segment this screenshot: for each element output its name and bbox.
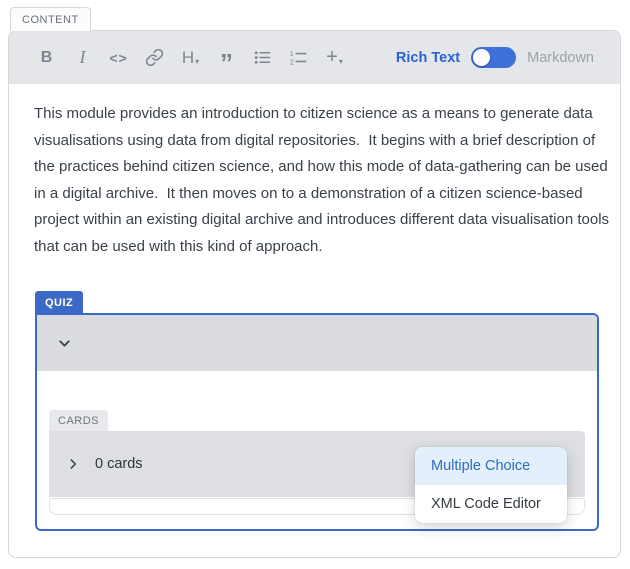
blockquote-button[interactable]: ” xyxy=(213,44,240,71)
ordered-list-icon: 1 2 xyxy=(289,48,308,67)
toggle-knob xyxy=(473,49,490,66)
heading-button[interactable]: H ▾ xyxy=(177,44,204,71)
mode-toggle[interactable] xyxy=(471,47,516,68)
svg-text:1: 1 xyxy=(290,50,294,58)
bold-button[interactable]: B xyxy=(33,44,60,71)
chevron-down-icon xyxy=(56,335,73,352)
italic-button[interactable]: I xyxy=(69,44,96,71)
tab-content[interactable]: CONTENT xyxy=(10,7,91,31)
dropdown-item-xml-code-editor[interactable]: XML Code Editor xyxy=(415,485,567,523)
module-description-paragraph[interactable]: This module provides an introduction to … xyxy=(34,101,611,260)
svg-text:2: 2 xyxy=(290,59,294,67)
heading-icon: H xyxy=(182,48,194,68)
rich-text-label[interactable]: Rich Text xyxy=(396,50,460,66)
caret-down-icon: ▾ xyxy=(195,57,199,66)
component-type-dropdown: Multiple Choice XML Code Editor xyxy=(415,447,567,523)
chevron-right-icon xyxy=(66,457,80,471)
link-icon xyxy=(145,48,164,67)
editor-toolbar: B I <> H ▾ ” 1 2 xyxy=(9,31,620,84)
editor-mode-switch: Rich Text Markdown xyxy=(396,47,594,68)
bullet-list-icon xyxy=(253,48,272,67)
cards-tab-label: CARDS xyxy=(58,415,99,427)
ordered-list-button[interactable]: 1 2 xyxy=(285,44,312,71)
plus-icon: + xyxy=(326,46,338,69)
caret-down-icon: ▾ xyxy=(339,57,343,66)
markdown-label[interactable]: Markdown xyxy=(527,50,594,66)
tab-content-label: CONTENT xyxy=(22,14,79,26)
dropdown-item-multiple-choice[interactable]: Multiple Choice xyxy=(415,447,567,485)
quiz-collapse-header[interactable] xyxy=(37,315,597,371)
cards-count-label: 0 cards xyxy=(95,456,143,472)
link-button[interactable] xyxy=(141,44,168,71)
quiz-tab-label: QUIZ xyxy=(45,297,73,309)
code-button[interactable]: <> xyxy=(105,44,132,71)
cards-component-tab: CARDS xyxy=(49,410,108,431)
insert-plus-button[interactable]: + ▾ xyxy=(321,44,348,71)
quiz-component-tab: QUIZ xyxy=(35,291,83,315)
bullet-list-button[interactable] xyxy=(249,44,276,71)
